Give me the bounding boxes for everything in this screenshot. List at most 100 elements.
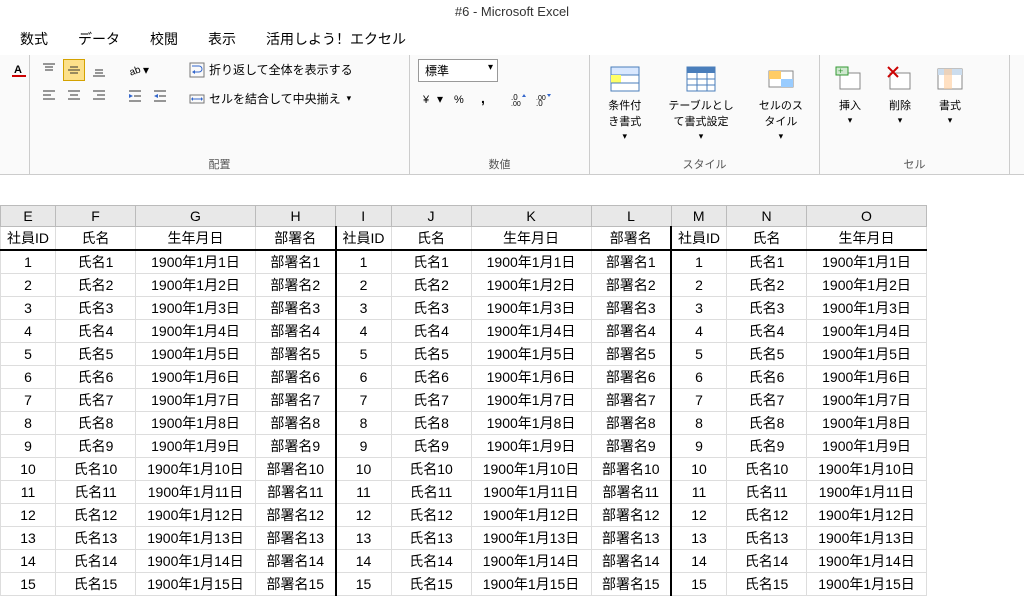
cell[interactable]: 氏名14 bbox=[56, 550, 136, 573]
column-header-E[interactable]: E bbox=[1, 206, 56, 227]
cell[interactable]: 部署名9 bbox=[256, 435, 336, 458]
cell[interactable]: 氏名11 bbox=[56, 481, 136, 504]
column-header-F[interactable]: F bbox=[56, 206, 136, 227]
cell[interactable]: 1900年1月3日 bbox=[136, 297, 256, 320]
cell[interactable]: 氏名3 bbox=[727, 297, 807, 320]
cell[interactable]: 10 bbox=[336, 458, 392, 481]
delete-cells-button[interactable]: 削除▾ bbox=[878, 59, 922, 130]
cell[interactable]: 氏名6 bbox=[727, 366, 807, 389]
cell[interactable]: 9 bbox=[671, 435, 727, 458]
cell[interactable]: 13 bbox=[1, 527, 56, 550]
cell[interactable]: 2 bbox=[671, 274, 727, 297]
cell[interactable]: 部署名15 bbox=[591, 573, 671, 596]
table-row[interactable]: 4氏名41900年1月4日部署名44氏名41900年1月4日部署名44氏名419… bbox=[1, 320, 927, 343]
cell[interactable]: 1900年1月13日 bbox=[136, 527, 256, 550]
cell[interactable]: 1900年1月10日 bbox=[136, 458, 256, 481]
cell[interactable]: 氏名10 bbox=[727, 458, 807, 481]
cell[interactable]: 2 bbox=[1, 274, 56, 297]
cell[interactable]: 1900年1月15日 bbox=[136, 573, 256, 596]
cell[interactable]: 氏名8 bbox=[56, 412, 136, 435]
cell[interactable]: 8 bbox=[671, 412, 727, 435]
increase-decimal-button[interactable]: .0.00 bbox=[508, 88, 530, 110]
indent-decrease-button[interactable] bbox=[124, 85, 146, 107]
cell[interactable]: 9 bbox=[336, 435, 392, 458]
table-row[interactable]: 11氏名111900年1月11日部署名1111氏名111900年1月11日部署名… bbox=[1, 481, 927, 504]
cell[interactable]: 1900年1月12日 bbox=[807, 504, 927, 527]
cell[interactable]: 3 bbox=[671, 297, 727, 320]
cell[interactable]: 1900年1月14日 bbox=[807, 550, 927, 573]
cell[interactable]: 部署名4 bbox=[256, 320, 336, 343]
cell[interactable]: 氏名12 bbox=[727, 504, 807, 527]
cell[interactable]: 部署名3 bbox=[256, 297, 336, 320]
cell[interactable]: 部署名8 bbox=[256, 412, 336, 435]
column-header-G[interactable]: G bbox=[136, 206, 256, 227]
cell[interactable]: 1900年1月2日 bbox=[807, 274, 927, 297]
table-row[interactable]: 14氏名141900年1月14日部署名1414氏名141900年1月14日部署名… bbox=[1, 550, 927, 573]
cell[interactable]: 1900年1月14日 bbox=[471, 550, 591, 573]
cell[interactable]: 1900年1月1日 bbox=[471, 250, 591, 274]
cell[interactable]: 3 bbox=[336, 297, 392, 320]
table-row[interactable]: 7氏名71900年1月7日部署名77氏名71900年1月7日部署名77氏名719… bbox=[1, 389, 927, 412]
cell[interactable]: 部署名5 bbox=[256, 343, 336, 366]
cell[interactable]: 部署名6 bbox=[256, 366, 336, 389]
align-center-button[interactable] bbox=[63, 85, 85, 107]
table-row[interactable]: 5氏名51900年1月5日部署名55氏名51900年1月5日部署名55氏名519… bbox=[1, 343, 927, 366]
cell[interactable]: 12 bbox=[1, 504, 56, 527]
cell[interactable]: 14 bbox=[336, 550, 392, 573]
cell[interactable]: 部署名13 bbox=[256, 527, 336, 550]
cell[interactable]: 氏名1 bbox=[727, 250, 807, 274]
cell[interactable]: 1900年1月12日 bbox=[471, 504, 591, 527]
cell[interactable]: 部署名3 bbox=[591, 297, 671, 320]
field-header[interactable]: 氏名 bbox=[391, 227, 471, 251]
cell[interactable]: 1900年1月2日 bbox=[471, 274, 591, 297]
cell[interactable]: 1900年1月11日 bbox=[136, 481, 256, 504]
cell[interactable]: 1900年1月1日 bbox=[136, 250, 256, 274]
field-header[interactable]: 生年月日 bbox=[136, 227, 256, 251]
cell[interactable]: 部署名13 bbox=[591, 527, 671, 550]
column-header-O[interactable]: O bbox=[807, 206, 927, 227]
cell[interactable]: 1900年1月9日 bbox=[471, 435, 591, 458]
insert-cells-button[interactable]: + 挿入▾ bbox=[828, 59, 872, 130]
cell[interactable]: 9 bbox=[1, 435, 56, 458]
cell[interactable]: 氏名5 bbox=[391, 343, 471, 366]
cell[interactable]: 部署名11 bbox=[256, 481, 336, 504]
column-header-I[interactable]: I bbox=[336, 206, 392, 227]
column-header-K[interactable]: K bbox=[471, 206, 591, 227]
cell[interactable]: 1900年1月11日 bbox=[807, 481, 927, 504]
cell[interactable]: 1900年1月2日 bbox=[136, 274, 256, 297]
table-row[interactable]: 15氏名151900年1月15日部署名1515氏名151900年1月15日部署名… bbox=[1, 573, 927, 596]
cell[interactable]: 部署名2 bbox=[591, 274, 671, 297]
cell[interactable]: 氏名7 bbox=[56, 389, 136, 412]
column-header-M[interactable]: M bbox=[671, 206, 727, 227]
cell[interactable]: 1900年1月6日 bbox=[136, 366, 256, 389]
menu-data[interactable]: データ bbox=[78, 29, 120, 49]
field-header[interactable]: 生年月日 bbox=[807, 227, 927, 251]
cell[interactable]: 5 bbox=[336, 343, 392, 366]
cell[interactable]: 1900年1月5日 bbox=[807, 343, 927, 366]
cell[interactable]: 部署名14 bbox=[591, 550, 671, 573]
cell[interactable]: 氏名2 bbox=[727, 274, 807, 297]
align-bottom-button[interactable] bbox=[88, 59, 110, 81]
cell[interactable]: 1900年1月5日 bbox=[136, 343, 256, 366]
field-header[interactable]: 氏名 bbox=[56, 227, 136, 251]
font-color-button[interactable]: A bbox=[8, 59, 30, 81]
cell[interactable]: 1 bbox=[1, 250, 56, 274]
cell[interactable]: 部署名10 bbox=[256, 458, 336, 481]
cell[interactable]: 部署名12 bbox=[256, 504, 336, 527]
cell[interactable]: 氏名7 bbox=[727, 389, 807, 412]
cell[interactable]: 氏名1 bbox=[391, 250, 471, 274]
cell[interactable]: 部署名14 bbox=[256, 550, 336, 573]
cell[interactable]: 氏名12 bbox=[391, 504, 471, 527]
field-header[interactable]: 氏名 bbox=[727, 227, 807, 251]
cell[interactable]: 12 bbox=[671, 504, 727, 527]
cell[interactable]: 1900年1月1日 bbox=[807, 250, 927, 274]
cell[interactable]: 部署名1 bbox=[256, 250, 336, 274]
indent-increase-button[interactable] bbox=[149, 85, 171, 107]
cell[interactable]: 10 bbox=[1, 458, 56, 481]
merge-center-button[interactable]: セルを結合して中央揃え ▾ bbox=[187, 88, 401, 109]
cell[interactable]: 1900年1月5日 bbox=[471, 343, 591, 366]
format-as-table-button[interactable]: テーブルとして書式設定▾ bbox=[657, 59, 744, 146]
align-middle-button[interactable] bbox=[63, 59, 85, 81]
table-row[interactable]: 12氏名121900年1月12日部署名1212氏名121900年1月12日部署名… bbox=[1, 504, 927, 527]
cell[interactable]: 1900年1月9日 bbox=[136, 435, 256, 458]
